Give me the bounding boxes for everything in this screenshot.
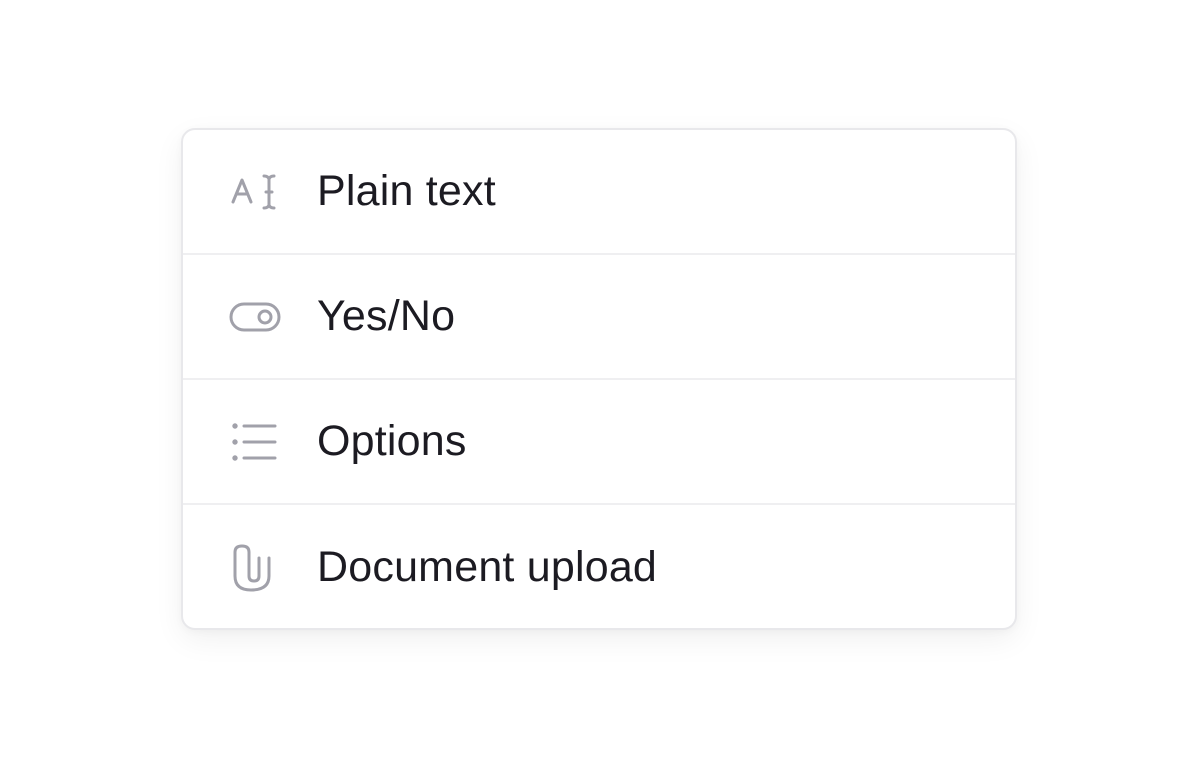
menu-item-document-upload[interactable]: Document upload	[183, 505, 1015, 628]
menu-item-label: Options	[317, 417, 467, 465]
menu-item-plain-text[interactable]: Plain text	[183, 130, 1015, 255]
menu-item-label: Document upload	[317, 543, 658, 591]
menu-item-options[interactable]: Options	[183, 380, 1015, 505]
list-icon	[229, 418, 281, 466]
menu-item-label: Yes/No	[317, 292, 456, 340]
menu-item-label: Plain text	[317, 167, 496, 215]
field-type-menu: Plain text Yes/No Options Document uploa…	[181, 128, 1017, 630]
toggle-icon	[229, 293, 281, 341]
text-cursor-icon	[229, 168, 281, 216]
menu-item-yes-no[interactable]: Yes/No	[183, 255, 1015, 380]
paperclip-icon	[229, 544, 281, 592]
